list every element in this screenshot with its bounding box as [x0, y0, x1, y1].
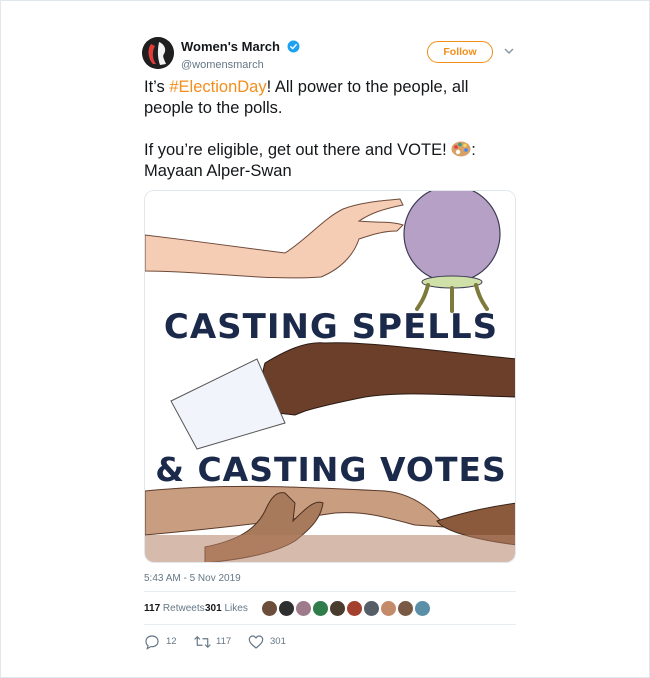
engagement-stats: 117 Retweets 301 Likes	[144, 591, 516, 625]
tweet-actions: 12 117 301	[144, 633, 516, 651]
liker-avatar[interactable]	[380, 600, 397, 617]
liker-avatar[interactable]	[312, 600, 329, 617]
tweet-text: It’s #ElectionDay! All power to the peop…	[144, 77, 516, 182]
timestamp[interactable]: 5:43 AM - 5 Nov 2019	[144, 573, 241, 584]
image-headline-1: CASTING SPELLS	[164, 307, 498, 347]
retweets-label: Retweets	[162, 603, 205, 614]
likes-stat[interactable]: 301 Likes	[205, 603, 248, 614]
retweets-count: 117	[144, 603, 161, 614]
display-name[interactable]: Women's March	[181, 39, 280, 54]
handle[interactable]: @womensmarch	[181, 59, 300, 71]
liker-avatar[interactable]	[397, 600, 414, 617]
liker-avatar[interactable]	[329, 600, 346, 617]
artist-palette-icon	[451, 141, 471, 157]
liker-avatar[interactable]	[414, 600, 431, 617]
like-count: 301	[270, 636, 286, 647]
retweet-icon	[194, 636, 211, 648]
likes-label: Likes	[224, 603, 248, 614]
image-headline-2: & CASTING VOTES	[155, 450, 507, 489]
account-names: Women's March @womensmarch	[181, 38, 300, 71]
tweet-card: Women's March @womensmarch Follow It’s #…	[0, 0, 650, 678]
retweet-count: 117	[216, 636, 232, 647]
retweets-stat[interactable]: 117 Retweets	[144, 603, 205, 614]
likes-count: 301	[205, 603, 222, 614]
follow-button[interactable]: Follow	[427, 41, 493, 63]
womens-march-logo-icon	[142, 37, 174, 69]
tweet-image[interactable]: CASTING SPELLS & CASTING VOTES	[144, 190, 516, 563]
heart-icon	[248, 635, 264, 649]
liker-avatar[interactable]	[295, 600, 312, 617]
reply-count: 12	[166, 636, 177, 647]
liker-avatar[interactable]	[346, 600, 363, 617]
reply-icon	[145, 635, 159, 650]
liker-avatar[interactable]	[261, 600, 278, 617]
casting-spells-illustration: CASTING SPELLS & CASTING VOTES	[145, 191, 515, 562]
liker-avatar[interactable]	[278, 600, 295, 617]
tweet-text-part: It’s	[144, 78, 170, 96]
liker-avatar[interactable]	[363, 600, 380, 617]
verified-badge-icon	[287, 40, 300, 53]
chevron-down-icon[interactable]	[503, 45, 515, 57]
avatar[interactable]	[142, 37, 174, 69]
hashtag-link[interactable]: #ElectionDay	[169, 78, 266, 96]
